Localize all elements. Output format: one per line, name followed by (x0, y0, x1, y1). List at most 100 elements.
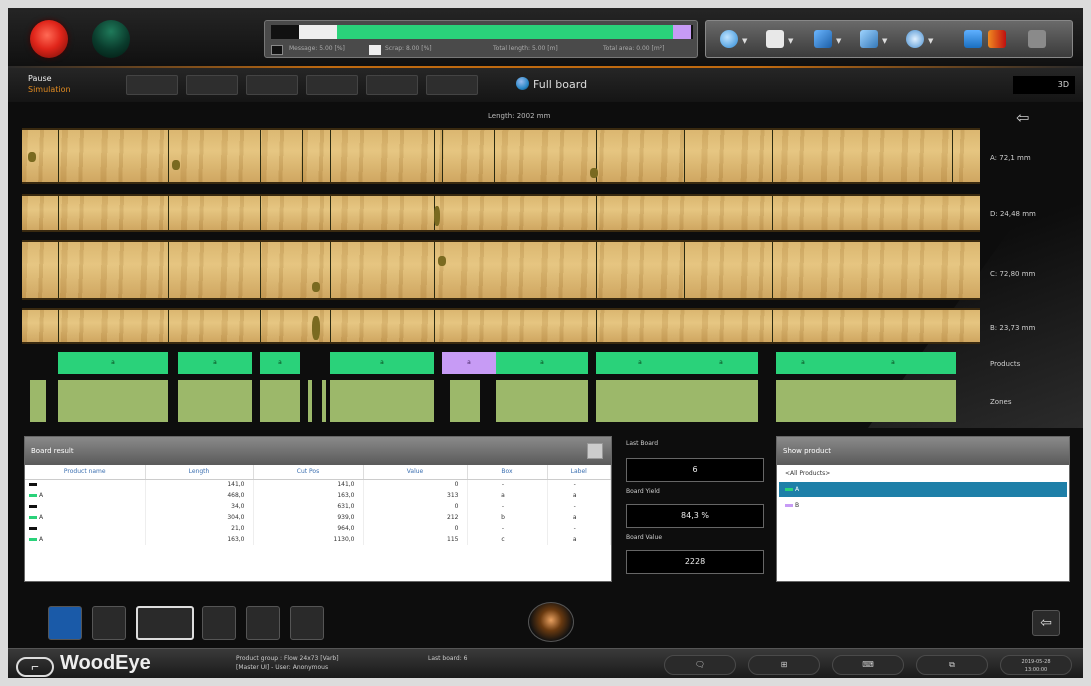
layers-button[interactable] (246, 606, 280, 640)
cut-line (302, 130, 303, 182)
network-icon[interactable] (860, 30, 878, 48)
product-segment[interactable]: a (58, 352, 168, 374)
knot-defect (438, 256, 446, 266)
column-header[interactable]: Length (145, 465, 254, 480)
view-button-4[interactable] (306, 75, 358, 95)
column-header[interactable]: Cut Pos (253, 465, 364, 480)
view-button-5[interactable] (366, 75, 418, 95)
settings-icon[interactable] (906, 30, 924, 48)
board-result-panel: Board result Product name Length Cut Pos… (24, 436, 612, 582)
column-header[interactable]: Label (547, 465, 611, 480)
product-segment[interactable]: a (684, 352, 758, 374)
product-color-tick (29, 516, 37, 519)
mode-name: Pause (28, 74, 52, 83)
view-button-6[interactable] (426, 75, 478, 95)
view-mode-selector[interactable]: 3D (1013, 76, 1075, 94)
product-segment-b[interactable]: a (442, 352, 496, 374)
logo-text: WoodEye (60, 652, 151, 674)
table-row[interactable]: 34,0 631,0 0- - (25, 501, 611, 512)
product-name: A (39, 514, 44, 521)
network-status-button[interactable]: ⧉ (916, 655, 988, 675)
progress-white-segment (299, 25, 337, 39)
grid-button[interactable]: ⊞ (748, 655, 820, 675)
product-name: A (39, 536, 44, 543)
tools-icon[interactable] (1028, 30, 1046, 48)
view-button-3[interactable] (246, 75, 298, 95)
footer: ⌐ WoodEye Product group : Flow 24x73 [Var… (8, 648, 1083, 678)
table-row[interactable]: 21,0 964,0 0- - (25, 523, 611, 534)
chevron-down-icon[interactable]: ▼ (742, 37, 747, 45)
zone-segment (30, 380, 46, 422)
exit-icon[interactable]: ⇦ (1032, 610, 1060, 636)
cut-line (434, 130, 435, 182)
keyboard-button[interactable]: ⌨ (832, 655, 904, 675)
product-segment[interactable]: a (178, 352, 252, 374)
product-color-tick (29, 483, 37, 487)
cut-line (442, 130, 443, 182)
product-segment[interactable]: a (496, 352, 588, 374)
product-list-item[interactable]: B (779, 498, 1067, 513)
cross-section-button[interactable] (202, 606, 236, 640)
product-segment[interactable]: a (776, 352, 830, 374)
view-button-2[interactable] (186, 75, 238, 95)
table-cell: 631,0 (253, 501, 364, 512)
chevron-down-icon[interactable]: ▼ (788, 37, 793, 45)
message-button[interactable]: 🗨 (664, 655, 736, 675)
center-knob-button[interactable] (528, 602, 574, 642)
cut-line (330, 130, 331, 182)
knot-defect (312, 282, 320, 292)
message-icon: 🗨 (694, 660, 706, 669)
zone-segment (776, 380, 830, 422)
monitor-icon[interactable] (766, 30, 784, 48)
last-board-value: 6 (626, 458, 764, 482)
search-icon[interactable] (720, 30, 738, 48)
cut-line (260, 310, 261, 342)
table-row[interactable]: A 468,0 163,0 313 a a (25, 490, 611, 501)
production-progress: Message: 5.00 [%] Scrap: 8.00 [%] Total … (264, 20, 698, 58)
chevron-down-icon[interactable]: ▼ (882, 37, 887, 45)
chevron-down-icon[interactable]: ▼ (836, 37, 841, 45)
run-lamp[interactable] (92, 20, 130, 58)
zone-segment (260, 380, 300, 422)
product-name: A (39, 492, 44, 499)
cut-line (168, 310, 169, 342)
product-list-item-selected[interactable]: A (779, 482, 1067, 497)
zone-segment (596, 380, 758, 422)
last-board-label: Last Board (626, 440, 659, 447)
table-cell: a (547, 512, 611, 523)
board-face-a (22, 128, 980, 184)
lock-icon[interactable] (964, 30, 982, 48)
product-segment[interactable]: a (596, 352, 684, 374)
scanner-view-button[interactable] (48, 606, 82, 640)
column-header[interactable]: Value (363, 465, 468, 480)
expand-icon[interactable] (587, 443, 603, 459)
table-header-row: Product name Length Cut Pos Value Box La… (25, 465, 611, 480)
table-cell: - (467, 523, 548, 534)
table-cell: 0 (363, 479, 468, 490)
back-arrow-icon[interactable]: ⇦ (1016, 108, 1029, 127)
column-header[interactable]: Box (467, 465, 548, 480)
angle-view-button[interactable] (92, 606, 126, 640)
arrow-icon[interactable] (814, 30, 832, 48)
product-segment[interactable]: a (260, 352, 300, 374)
clock-button[interactable]: 2019-05-28 13:00:00 (1000, 655, 1072, 675)
board-label-b: B: 23,73 mm (990, 324, 1036, 332)
view-button-1[interactable] (126, 75, 178, 95)
table-row[interactable]: 141,0 141,0 0- - (25, 479, 611, 490)
stop-lamp[interactable] (30, 20, 68, 58)
progress-purple-segment (673, 25, 691, 39)
play-icon[interactable] (988, 30, 1006, 48)
edge-view-button[interactable] (290, 606, 324, 640)
column-header[interactable]: Product name (25, 465, 146, 480)
product-segment[interactable]: a (830, 352, 956, 374)
product-color-tick (29, 527, 37, 530)
board-label-c: C: 72,80 mm (990, 270, 1036, 278)
product-segment[interactable]: a (330, 352, 434, 374)
grid-icon: ⊞ (780, 660, 788, 669)
chevron-down-icon[interactable]: ▼ (928, 37, 933, 45)
table-row[interactable]: A 304,0 939,0 212 b a (25, 512, 611, 523)
table-row[interactable]: A 163,0 1130,0 115 c a (25, 534, 611, 545)
table-cell: a (467, 490, 548, 501)
board-view-button[interactable] (136, 606, 194, 640)
product-list-item[interactable]: <All Products> (779, 466, 1067, 481)
